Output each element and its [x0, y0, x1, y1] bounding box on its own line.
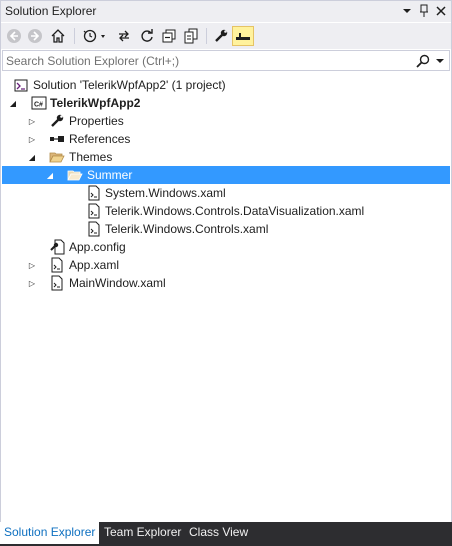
- tree-item-label: Solution 'TelerikWpfApp2' (1 project): [33, 78, 226, 92]
- tree-item-themes[interactable]: ◢ Themes: [2, 148, 450, 166]
- tree-item-label: MainWindow.xaml: [69, 276, 166, 290]
- tree-item-label: Themes: [69, 150, 113, 164]
- xaml-file-icon: [49, 257, 65, 273]
- tree-item-label: Telerik.Windows.Controls.DataVisualizati…: [105, 204, 365, 218]
- toolbar-separator: [74, 28, 75, 44]
- tab-class-view[interactable]: Class View: [185, 522, 252, 542]
- tree-item-label: References: [69, 132, 131, 146]
- tree-item-label: System.Windows.xaml: [105, 186, 226, 200]
- properties-button[interactable]: [211, 26, 231, 46]
- title-bar: Solution Explorer: [1, 1, 451, 22]
- tree-item-project[interactable]: ◢ C# TelerikWpfApp2: [2, 94, 450, 112]
- show-all-files-button[interactable]: [181, 26, 201, 46]
- tool-window-tabs: Solution Explorer Team Explorer Class Vi…: [0, 522, 452, 546]
- tree-item-label: Summer: [87, 168, 133, 182]
- chevron-down-icon: [403, 9, 411, 13]
- search-button[interactable]: [415, 53, 431, 69]
- wrench-icon: [215, 29, 228, 42]
- tree-item-properties[interactable]: ▷ Properties: [2, 112, 450, 130]
- csharp-project-icon: C#: [31, 95, 47, 111]
- folder-open-icon: [67, 167, 83, 183]
- xaml-file-icon: [86, 221, 102, 237]
- chevron-down-icon: [436, 59, 444, 63]
- close-button[interactable]: [433, 3, 449, 19]
- xaml-file-icon: [86, 185, 102, 201]
- search-input[interactable]: Search Solution Explorer (Ctrl+;): [6, 54, 179, 68]
- tree-item-label: App.config: [69, 240, 126, 254]
- preview-icon: [236, 33, 250, 40]
- wrench-icon: [49, 113, 65, 129]
- history-icon: [83, 29, 105, 43]
- back-icon: [7, 29, 21, 43]
- folder-open-icon: [49, 149, 65, 165]
- search-icon: [416, 54, 430, 68]
- search-options-dropdown[interactable]: [435, 53, 445, 69]
- config-file-icon: [49, 239, 65, 255]
- xaml-file-icon: [86, 203, 102, 219]
- pin-icon: [420, 4, 428, 17]
- expand-arrow-icon[interactable]: ▷: [26, 112, 38, 130]
- forward-icon: [28, 29, 42, 43]
- tree-item-references[interactable]: ▷ References: [2, 130, 450, 148]
- window-position-dropdown-button[interactable]: [399, 3, 415, 19]
- tree-item-label: App.xaml: [69, 258, 120, 272]
- sync-with-document-button[interactable]: [114, 26, 134, 46]
- tree-item-system-windows-xaml[interactable]: System.Windows.xaml: [2, 184, 450, 202]
- show-all-files-icon: [184, 28, 198, 44]
- expand-arrow-icon[interactable]: ▷: [26, 256, 38, 274]
- references-icon: [49, 131, 65, 147]
- expand-arrow-icon[interactable]: ▷: [26, 130, 38, 148]
- tree-item-app-config[interactable]: App.config: [2, 238, 450, 256]
- collapse-all-button[interactable]: [159, 26, 179, 46]
- auto-hide-button[interactable]: [416, 3, 432, 19]
- refresh-button[interactable]: [137, 26, 157, 46]
- expand-arrow-icon[interactable]: ▷: [26, 274, 38, 292]
- tree-item-app-xaml[interactable]: ▷ App.xaml: [2, 256, 450, 274]
- collapse-all-icon: [162, 29, 176, 43]
- toolbar: [1, 23, 451, 49]
- collapse-arrow-icon[interactable]: ◢: [44, 166, 56, 184]
- collapse-arrow-icon[interactable]: ◢: [26, 148, 38, 166]
- tree-item-controls-xaml[interactable]: Telerik.Windows.Controls.xaml: [2, 220, 450, 238]
- collapse-arrow-icon[interactable]: ◢: [7, 94, 19, 112]
- tab-solution-explorer[interactable]: Solution Explorer: [0, 522, 100, 544]
- tab-team-explorer[interactable]: Team Explorer: [100, 522, 185, 542]
- tree-item-solution[interactable]: Solution 'TelerikWpfApp2' (1 project): [2, 76, 450, 94]
- preview-selected-items-button[interactable]: [232, 26, 254, 46]
- forward-button[interactable]: [26, 26, 44, 46]
- sync-icon: [119, 30, 129, 42]
- refresh-icon: [141, 29, 153, 42]
- xaml-file-icon: [49, 275, 65, 291]
- tree-item-summer[interactable]: ◢ Summer: [2, 166, 450, 184]
- tree-item-label: TelerikWpfApp2: [50, 96, 141, 110]
- search-box[interactable]: Search Solution Explorer (Ctrl+;): [2, 50, 450, 71]
- toolbar-separator: [206, 28, 207, 44]
- tree-item-datavisualization-xaml[interactable]: Telerik.Windows.Controls.DataVisualizati…: [2, 202, 450, 220]
- svg-text:C#: C#: [34, 102, 43, 109]
- solution-icon: [13, 77, 29, 93]
- close-icon: [436, 6, 446, 16]
- home-icon: [51, 29, 65, 43]
- tree-item-label: Telerik.Windows.Controls.xaml: [105, 222, 269, 236]
- tree-item-label: Properties: [69, 114, 124, 128]
- panel-title: Solution Explorer: [5, 4, 97, 18]
- pending-changes-filter-button[interactable]: [81, 26, 109, 46]
- home-button[interactable]: [48, 26, 68, 46]
- solution-explorer-panel: Solution Explorer Search Solution Explor…: [0, 0, 452, 546]
- tree-item-mainwindow-xaml[interactable]: ▷ MainWindow.xaml: [2, 274, 450, 292]
- back-button[interactable]: [5, 26, 23, 46]
